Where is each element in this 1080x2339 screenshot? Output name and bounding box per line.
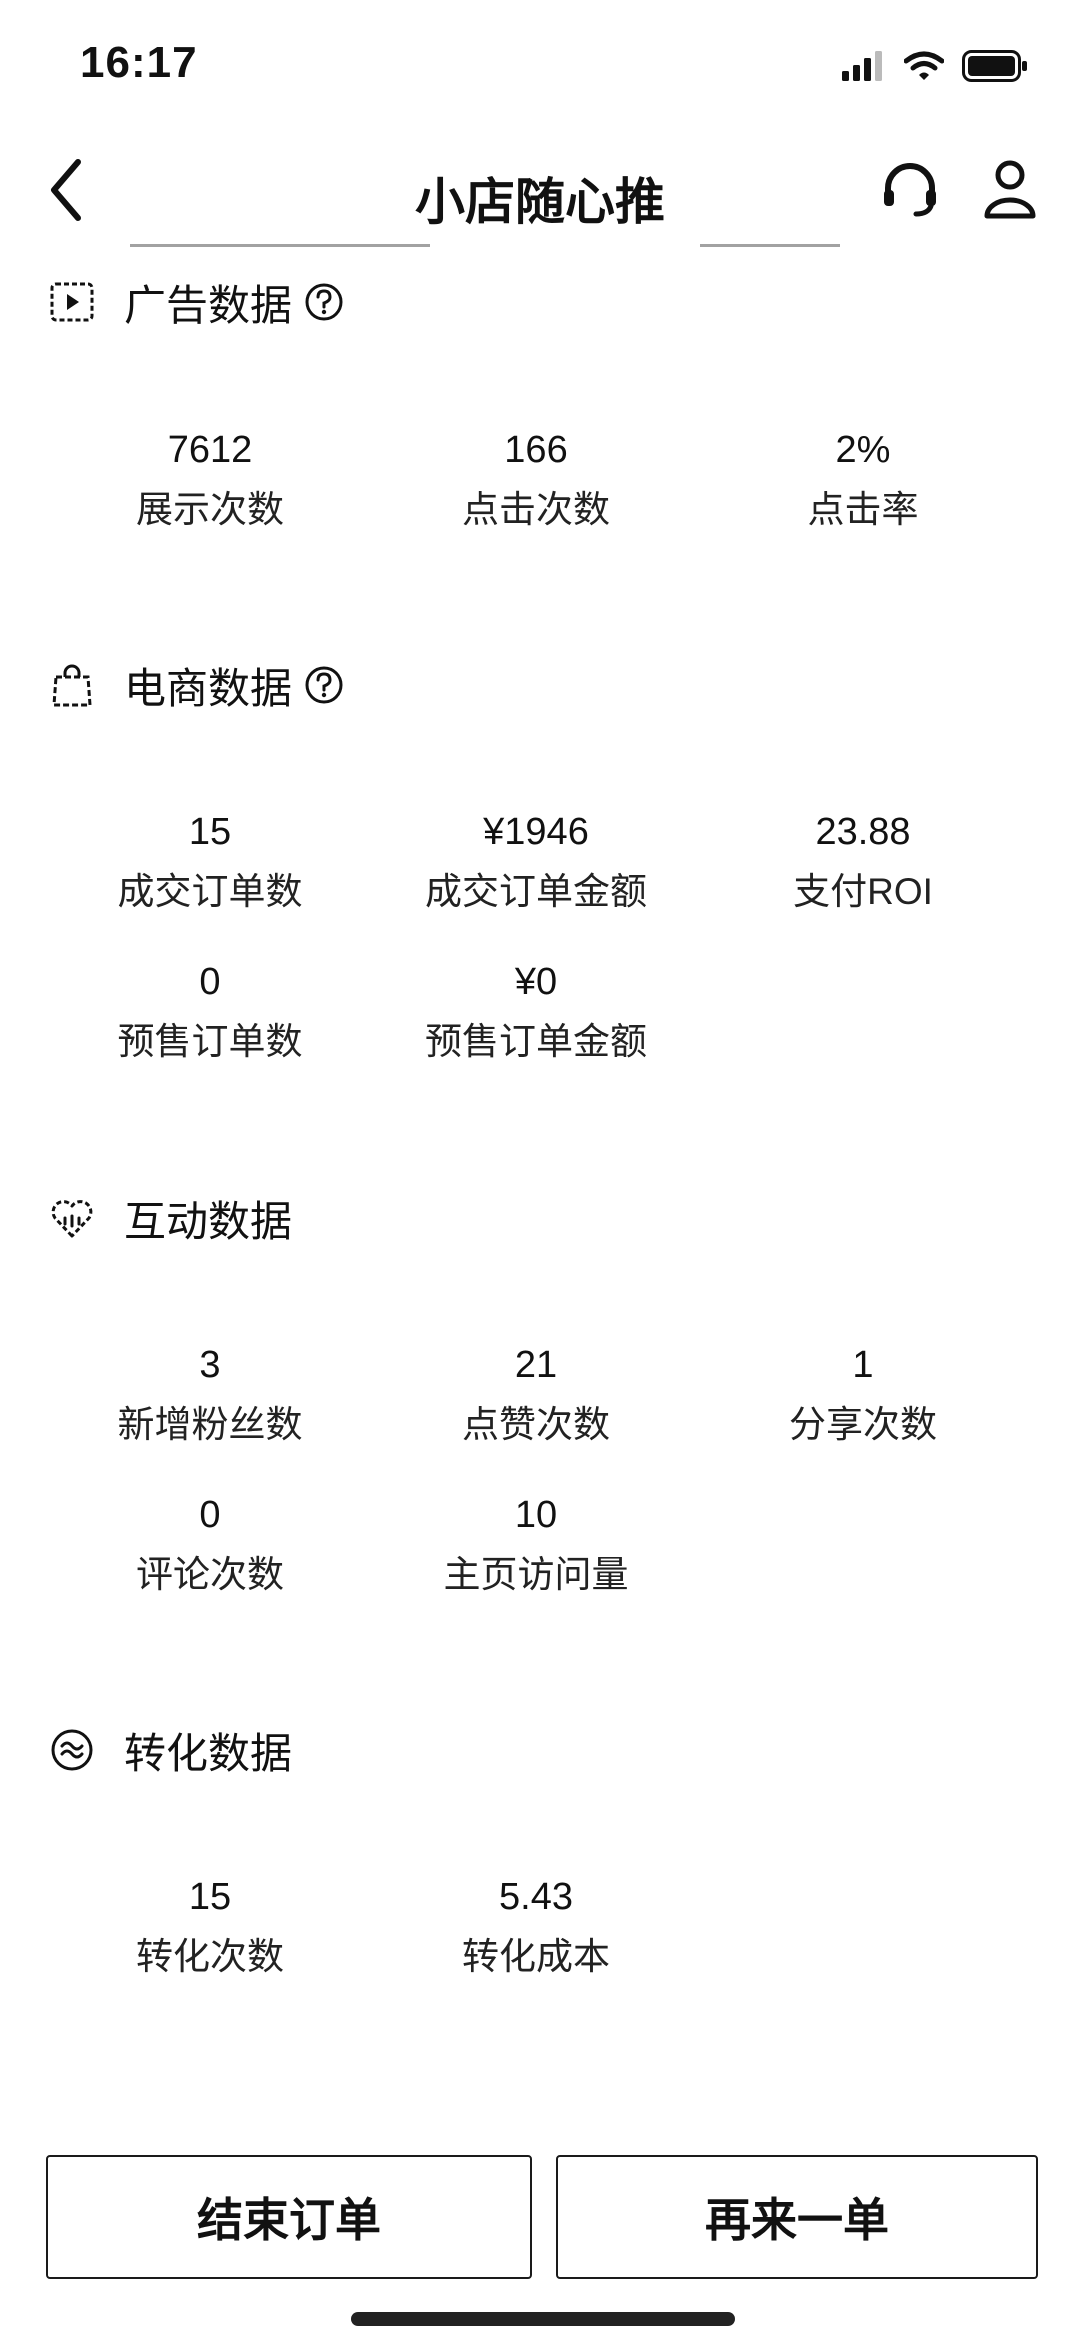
stat-new-followers: 3 新增粉丝数 [60,1341,360,1449]
ad-video-icon [50,282,94,322]
section-title: 广告数据 [124,281,293,329]
section-title: 互动数据 [124,1197,293,1245]
stat-label: 转化次数 [136,1936,284,1977]
stat-value: 0 [199,961,221,1003]
stat-value: 2% [835,429,891,471]
stat-label: 点击率 [807,489,919,530]
stat-label: 点击次数 [462,489,610,530]
stat-comments: 0 评论次数 [60,1491,360,1599]
customer-service-button[interactable] [880,160,940,220]
end-order-button[interactable]: 结束订单 [46,2155,532,2279]
stat-likes: 21 点赞次数 [386,1341,686,1449]
stat-label: 成交订单数 [117,871,303,912]
battery-icon [962,50,1027,82]
status-time: 16:17 [80,38,198,87]
stat-label: 点赞次数 [462,1404,610,1445]
section-header-conversion: 转化数据 [48,1720,292,1780]
stat-label: 成交订单金额 [425,871,647,912]
section-header-ecommerce: 电商数据 [48,655,344,715]
stat-impressions: 7612 展示次数 [60,426,360,534]
stat-conversions: 15 转化次数 [60,1873,360,1981]
status-bar: 16:17 [0,0,1080,130]
home-indicator [351,2312,735,2326]
user-icon [984,160,1036,219]
section-header-ad: 广告数据 [48,272,344,332]
stat-label: 预售订单数 [117,1021,303,1062]
section-title: 电商数据 [124,664,293,712]
stat-value: 23.88 [815,811,911,853]
status-icons [842,46,1028,86]
stat-presale-orders: 0 预售订单数 [60,958,360,1066]
stat-label: 新增粉丝数 [117,1404,303,1445]
stat-label: 展示次数 [136,489,284,530]
stat-value: 5.43 [499,1876,573,1918]
help-icon[interactable] [304,282,344,322]
stat-presale-amount: ¥0 预售订单金额 [386,958,686,1066]
stat-value: 1 [852,1344,874,1386]
stat-profile-visits: 10 主页访问量 [386,1491,686,1599]
scroll-edge [130,244,430,247]
profile-button[interactable] [982,158,1038,220]
nav-bar: 小店随心推 [0,130,1080,250]
heart-icon [51,1200,93,1238]
stat-conversion-cost: 5.43 转化成本 [386,1873,686,1981]
help-icon[interactable] [304,665,344,705]
stat-value: 15 [188,811,232,853]
stat-value: ¥0 [514,961,558,1003]
stat-value: 15 [188,1876,232,1918]
wifi-icon [904,51,944,80]
stat-value: 166 [504,429,568,471]
section-header-interaction: 互动数据 [48,1188,292,1248]
stat-label: 分享次数 [789,1404,937,1445]
stat-order-amount: ¥1946 成交订单金额 [386,808,686,916]
stat-value: ¥1946 [483,811,589,853]
scroll-edge [700,244,840,247]
stat-clicks: 166 点击次数 [386,426,686,534]
stat-orders: 15 成交订单数 [60,808,360,916]
stat-value: 7612 [167,429,253,471]
cellular-signal-icon [842,51,882,81]
stat-pay-roi: 23.88 支付ROI [713,808,1013,916]
stat-label: 预售订单金额 [425,1021,647,1062]
stat-value: 21 [514,1344,558,1386]
stat-label: 支付ROI [793,871,933,912]
stat-label: 转化成本 [462,1936,610,1977]
stat-value: 0 [199,1494,221,1536]
stat-value: 3 [199,1344,221,1386]
stat-value: 10 [514,1494,558,1536]
stat-label: 主页访问量 [443,1554,629,1595]
section-title: 转化数据 [124,1729,293,1777]
conversion-icon [51,1729,93,1771]
stat-click-rate: 2% 点击率 [713,426,1013,534]
reorder-button[interactable]: 再来一单 [556,2155,1038,2279]
stat-label: 评论次数 [136,1554,284,1595]
stat-shares: 1 分享次数 [713,1341,1013,1449]
headset-icon [884,163,936,217]
shopping-bag-icon [52,664,92,707]
